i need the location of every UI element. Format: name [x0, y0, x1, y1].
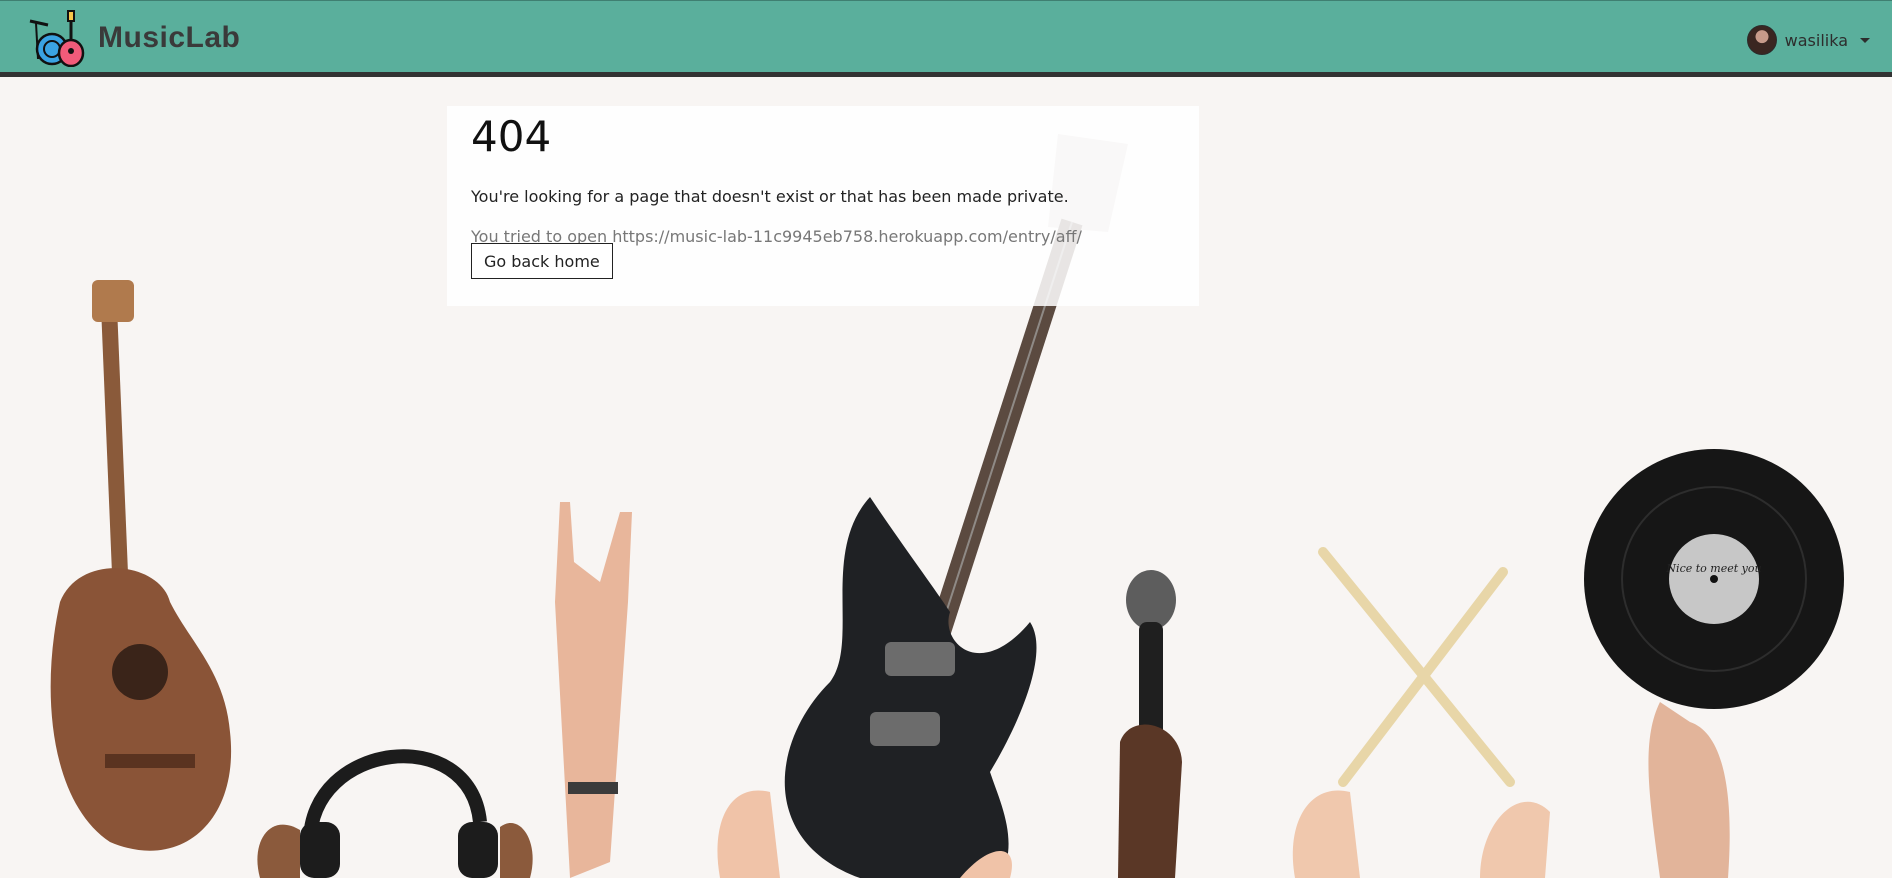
avatar: [1746, 25, 1777, 55]
vinyl-record-image: Nice to meet you: [1584, 449, 1844, 878]
brand-name: MusicLab: [98, 21, 241, 54]
error-card: 404 You're looking for a page that doesn…: [447, 106, 1199, 306]
headphones-image: [257, 749, 533, 878]
brand-link[interactable]: MusicLab: [28, 8, 240, 68]
user-name: wasilika: [1784, 30, 1848, 50]
record-label-text: Nice to meet you: [1665, 562, 1761, 575]
drumsticks-image: [1292, 547, 1550, 878]
navbar: MusicLab wasilika: [0, 0, 1892, 77]
user-menu[interactable]: wasilika: [1746, 25, 1870, 55]
microphone-image: [1118, 570, 1182, 878]
rock-hand-image: [555, 502, 632, 878]
ukulele-image: [50, 280, 232, 851]
go-home-button[interactable]: Go back home: [471, 243, 613, 279]
chevron-down-icon: [1860, 37, 1870, 43]
error-message: You're looking for a page that doesn't e…: [471, 187, 1069, 206]
tried-url: https://music-lab-11c9945eb758.herokuapp…: [612, 227, 1082, 246]
drums-guitar-logo: [29, 10, 85, 67]
error-code: 404: [471, 112, 552, 161]
